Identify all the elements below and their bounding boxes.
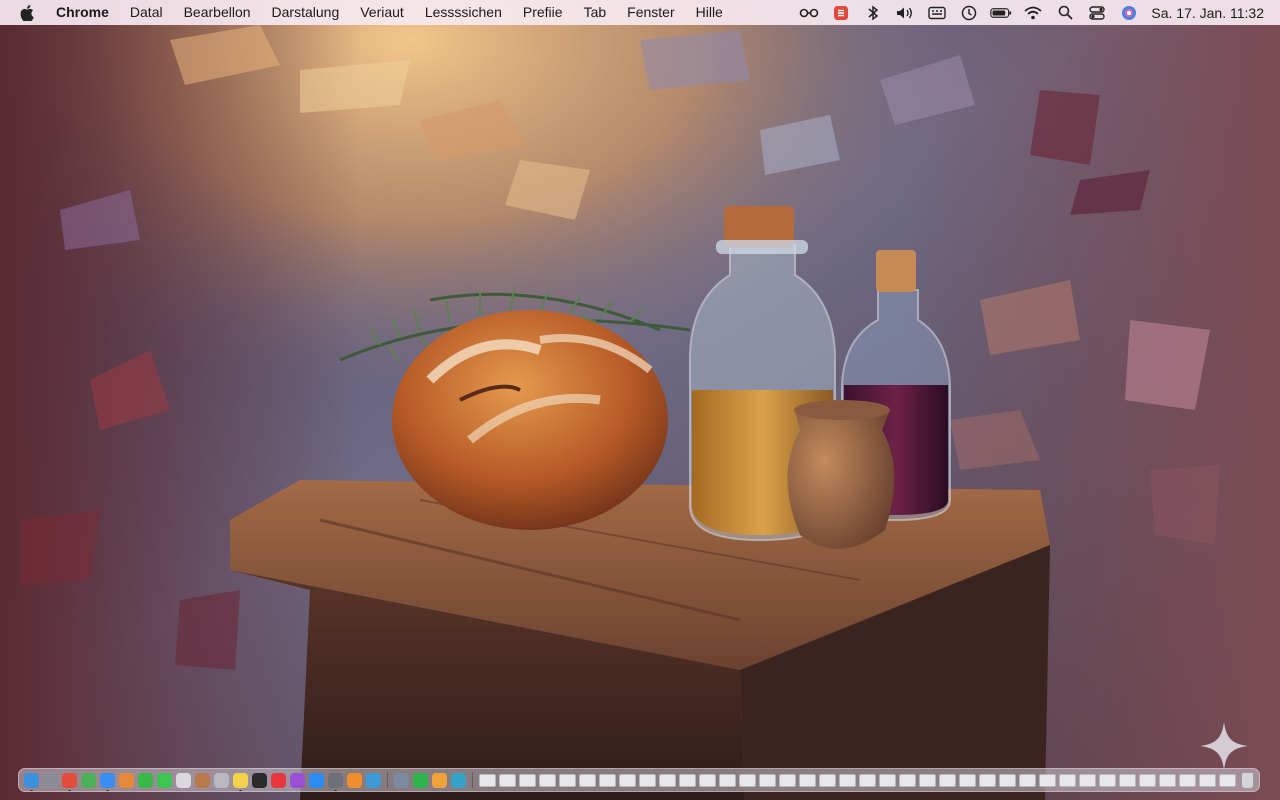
dock-minimized-window[interactable]	[758, 773, 776, 787]
dock-launchpad-icon[interactable]	[43, 772, 58, 788]
dock-minimized-window[interactable]	[658, 773, 676, 787]
dock-minimized-window[interactable]	[1098, 773, 1116, 787]
menu-darstellung[interactable]: Darstalung	[261, 0, 350, 25]
dock-minimized-window[interactable]	[818, 773, 836, 787]
dock-minimized-window[interactable]	[678, 773, 696, 787]
dock-minimized-window[interactable]	[478, 773, 496, 787]
dock-chrome-icon[interactable]	[62, 772, 77, 791]
menu-hilfe[interactable]: Hille	[685, 0, 733, 25]
dock-minimized-window[interactable]	[1078, 773, 1096, 787]
dock-contacts-icon[interactable]	[195, 772, 210, 788]
dock-maps-icon[interactable]	[81, 772, 96, 788]
dock-minimized-window[interactable]	[518, 773, 536, 787]
dock-minimized-window[interactable]	[618, 773, 636, 787]
menu-profile[interactable]: Prefiie	[512, 0, 573, 25]
control-center-icon[interactable]	[798, 4, 820, 22]
dock-minimized-window[interactable]	[638, 773, 656, 787]
apple-menu-icon[interactable]	[20, 4, 36, 21]
dock-activity-icon[interactable]	[252, 772, 267, 788]
volume-icon[interactable]	[894, 4, 916, 22]
dock-apps-secondary	[392, 772, 468, 788]
dock-mirror-icon[interactable]	[366, 772, 381, 788]
spotlight-search-icon[interactable]	[1054, 4, 1076, 22]
dock-minimized-window[interactable]	[1198, 773, 1216, 787]
dock-minimized-window[interactable]	[598, 773, 616, 787]
dock-minimized-window[interactable]	[778, 773, 796, 787]
dock-minimized-window[interactable]	[718, 773, 736, 787]
menu-lesezeichen[interactable]: Lessssichen	[414, 0, 512, 25]
dock-photos-icon[interactable]	[119, 772, 134, 788]
status-area: Sa. 17. Jan. 11:32	[793, 0, 1280, 25]
dock-messages-icon[interactable]	[157, 772, 172, 788]
dock-minimized-window[interactable]	[938, 773, 956, 787]
dock-notes-icon[interactable]	[233, 772, 248, 791]
menu-clock[interactable]: Sa. 17. Jan. 11:32	[1151, 5, 1264, 21]
menu-fenster[interactable]: Fenster	[617, 0, 685, 25]
dock	[18, 768, 1260, 792]
dock-minimized-window[interactable]	[698, 773, 716, 787]
dock-minimized-window[interactable]	[1178, 773, 1196, 787]
dock-minimized-window[interactable]	[738, 773, 756, 787]
dock-minimized-window[interactable]	[898, 773, 916, 787]
dock-minimized-window[interactable]	[1118, 773, 1136, 787]
bluetooth-icon[interactable]	[862, 4, 884, 22]
siri-icon[interactable]	[1118, 4, 1140, 22]
dock-finder-icon[interactable]	[24, 772, 39, 791]
dock-minimized-windows	[477, 773, 1237, 787]
dock-appstore-icon[interactable]	[309, 772, 324, 788]
dock-minimized-window[interactable]	[918, 773, 936, 787]
dock-minimized-window[interactable]	[498, 773, 516, 787]
menu-app-chrome[interactable]: Chrome	[50, 0, 119, 25]
app-badge-icon[interactable]	[830, 4, 852, 22]
dock-separator	[387, 772, 388, 788]
control-center-toggle-icon[interactable]	[1086, 4, 1108, 22]
dock-minimized-window[interactable]	[1058, 773, 1076, 787]
dock-xcode-icon[interactable]	[451, 772, 466, 788]
dock-settings-icon[interactable]	[328, 772, 343, 791]
dock-minimized-window[interactable]	[798, 773, 816, 787]
dock-apps	[22, 772, 383, 791]
dock-minimized-window[interactable]	[978, 773, 996, 787]
dock-minimized-window[interactable]	[838, 773, 856, 787]
screen-time-icon[interactable]	[958, 4, 980, 22]
dock-minimized-window[interactable]	[1158, 773, 1176, 787]
dock-minimized-window[interactable]	[1018, 773, 1036, 787]
dock-pages-icon[interactable]	[347, 772, 362, 788]
dock-minimized-window[interactable]	[1218, 773, 1236, 787]
menu-tab[interactable]: Tab	[573, 0, 617, 25]
dock-minimized-window[interactable]	[558, 773, 576, 787]
dock-minimized-window[interactable]	[1038, 773, 1056, 787]
dock-separator	[472, 772, 473, 788]
dock-keynote-icon[interactable]	[432, 772, 447, 788]
dock-minimized-window[interactable]	[998, 773, 1016, 787]
ai-sparkle-icon	[1200, 722, 1248, 770]
battery-icon[interactable]	[990, 4, 1012, 22]
dock-minimized-window[interactable]	[538, 773, 556, 787]
dock-news-icon[interactable]	[271, 772, 286, 788]
wifi-icon[interactable]	[1022, 4, 1044, 22]
dock-minimized-window[interactable]	[958, 773, 976, 787]
trash-icon[interactable]	[1241, 771, 1254, 789]
menu-bearbeiten[interactable]: Bearbellon	[173, 0, 261, 25]
desktop-wallpaper	[0, 0, 1280, 800]
dock-podcasts-icon[interactable]	[290, 772, 305, 788]
dock-minimized-window[interactable]	[1138, 773, 1156, 787]
keyboard-input-icon[interactable]	[926, 4, 948, 22]
dock-mail-icon[interactable]	[100, 772, 115, 791]
dock-numbers-icon[interactable]	[413, 772, 428, 788]
dock-vivaldi-icon[interactable]	[176, 772, 191, 788]
menu-datei[interactable]: Datal	[119, 0, 173, 25]
dock-minimized-window[interactable]	[878, 773, 896, 787]
dock-preview-icon[interactable]	[394, 772, 409, 788]
dock-minimized-window[interactable]	[578, 773, 596, 787]
dock-minimized-window[interactable]	[858, 773, 876, 787]
dock-facetime-icon[interactable]	[138, 772, 153, 788]
menu-bar: Chrome Datal Bearbellon Darstalung Veria…	[0, 0, 1280, 25]
menu-verlauf[interactable]: Veriaut	[350, 0, 415, 25]
dock-terminal-app-icon[interactable]	[214, 772, 229, 788]
